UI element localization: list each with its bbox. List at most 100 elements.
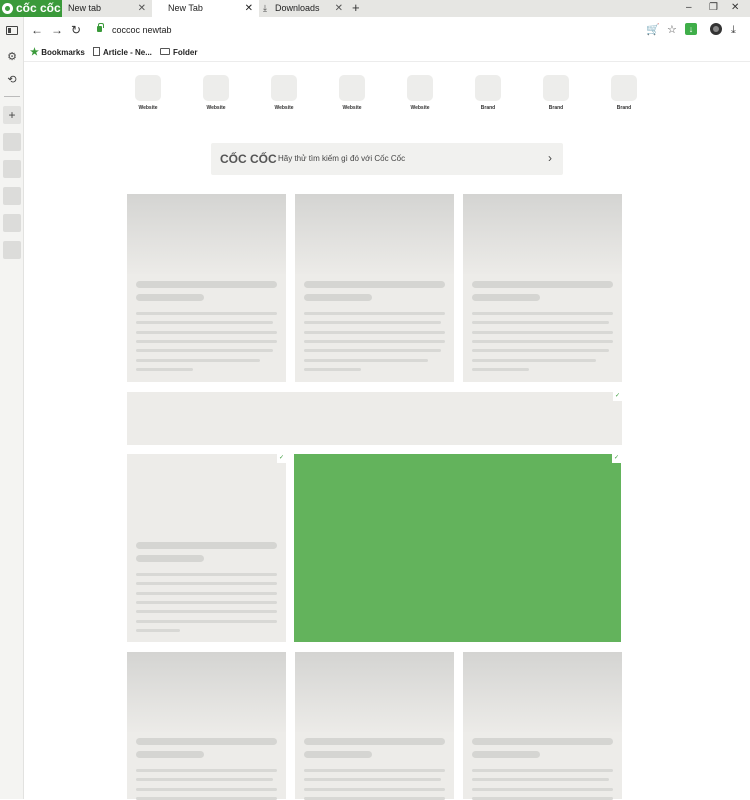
- lock-icon: [97, 23, 104, 32]
- tab-new-tab-1[interactable]: New tab ✕: [62, 0, 152, 17]
- shortcut-thumbnail: [543, 75, 569, 101]
- profile-avatar[interactable]: [710, 23, 722, 35]
- ad-choices-icon[interactable]: ✓: [612, 454, 621, 463]
- shortcut-thumbnail: [611, 75, 637, 101]
- shortcut-tile[interactable]: Brand: [599, 75, 649, 112]
- card-image-placeholder: [295, 652, 454, 732]
- card-text-line: [136, 340, 277, 343]
- news-card[interactable]: [295, 194, 454, 382]
- restore-icon[interactable]: ❐: [709, 0, 718, 16]
- toolbar: ← → ↻ coccoc newtab 🛒 ☆ ↓ ⤓: [24, 17, 750, 43]
- sidebar-app-placeholder[interactable]: [3, 241, 21, 259]
- card-text-line: [472, 312, 613, 315]
- sidebar-app-placeholder[interactable]: [3, 187, 21, 205]
- card-text-line: [304, 331, 445, 334]
- card-image-placeholder: [463, 652, 622, 732]
- search-bar[interactable]: CỐC CỐC Hãy thử tìm kiếm gì đó với Cốc C…: [211, 143, 563, 175]
- search-hint: Hãy thử tìm kiếm gì đó với Cốc Cốc: [278, 154, 406, 163]
- card-title-line: [136, 555, 204, 562]
- history-icon[interactable]: ⟲: [5, 73, 19, 87]
- news-card[interactable]: [463, 194, 622, 382]
- sidebar: ⚙ ⟲ +: [0, 17, 24, 799]
- news-card[interactable]: [295, 652, 454, 800]
- ad-choices-icon[interactable]: ✓: [613, 392, 622, 401]
- tab-new-tab-2[interactable]: New Tab ✕: [152, 0, 259, 17]
- address-bar[interactable]: coccoc newtab: [112, 23, 172, 37]
- side-panel-icon[interactable]: [6, 26, 18, 35]
- tab-label: New tab: [68, 3, 102, 13]
- card-text-line: [472, 321, 609, 324]
- bookmark-article[interactable]: Article - Ne...: [93, 46, 152, 59]
- coccoc-brand-logo[interactable]: cốc cốc: [0, 0, 62, 17]
- brand-name: cốc cốc: [16, 1, 61, 15]
- card-title-line: [136, 738, 277, 745]
- card-title-line: [472, 281, 613, 288]
- shortcut-label: Brand: [548, 105, 564, 111]
- shortcut-thumbnail: [407, 75, 433, 101]
- close-icon[interactable]: ✕: [335, 0, 343, 17]
- card-text-line: [136, 573, 277, 576]
- shortcut-tile[interactable]: Website: [191, 75, 241, 112]
- banner-ad-placeholder[interactable]: ✓: [127, 392, 622, 445]
- card-text-line: [136, 769, 277, 772]
- add-sidebar-app-icon[interactable]: +: [3, 106, 21, 124]
- card-text-line: [136, 312, 277, 315]
- download-manager-icon[interactable]: ↓: [685, 23, 697, 35]
- back-arrow-icon[interactable]: ←: [31, 22, 43, 38]
- shortcut-tile[interactable]: Website: [123, 75, 173, 112]
- card-image-placeholder: [463, 194, 622, 274]
- card-text-line: [304, 312, 445, 315]
- tab-downloads[interactable]: ⤓ Downloads ✕: [259, 0, 349, 17]
- shortcut-tile[interactable]: Website: [327, 75, 377, 112]
- shortcut-label: Website: [274, 105, 294, 111]
- new-tab-plus-icon[interactable]: +: [352, 0, 360, 16]
- sidebar-app-placeholder[interactable]: [3, 214, 21, 232]
- card-title-line: [304, 281, 445, 288]
- shortcut-thumbnail: [135, 75, 161, 101]
- shortcut-tile[interactable]: Brand: [463, 75, 513, 112]
- news-card[interactable]: [463, 652, 622, 800]
- cart-icon[interactable]: 🛒: [646, 23, 660, 37]
- close-icon[interactable]: ✕: [138, 0, 146, 17]
- bookmarks-bar: ★ Bookmarks Article - Ne... Folder: [24, 43, 750, 62]
- reload-icon[interactable]: ↻: [71, 22, 81, 38]
- card-text-line: [472, 359, 596, 362]
- chevron-right-icon[interactable]: ›: [548, 151, 552, 165]
- card-text-line: [136, 620, 277, 623]
- bookmark-folder[interactable]: Folder: [160, 46, 197, 59]
- close-icon[interactable]: ✕: [245, 0, 253, 17]
- shortcut-thumbnail: [475, 75, 501, 101]
- shortcut-tile[interactable]: Website: [395, 75, 445, 112]
- card-text-line: [136, 788, 277, 791]
- ad-choices-icon[interactable]: ✓: [277, 454, 286, 463]
- card-text-line: [472, 368, 529, 371]
- card-title-line: [136, 281, 277, 288]
- card-text-line: [136, 778, 273, 781]
- card-text-line: [304, 349, 441, 352]
- shortcut-tile[interactable]: Website: [259, 75, 309, 112]
- bookmark-star-icon: ★: [30, 47, 39, 58]
- settings-icon[interactable]: ⚙: [5, 50, 19, 64]
- card-text-line: [136, 368, 193, 371]
- download-icon[interactable]: ⤓: [731, 23, 736, 37]
- card-title-line: [472, 751, 540, 758]
- promo-ad-block[interactable]: ✓: [294, 454, 621, 642]
- card-text-line: [472, 788, 613, 791]
- card-text-line: [304, 788, 445, 791]
- sidebar-app-placeholder[interactable]: [3, 133, 21, 151]
- bookmark-bookmarks[interactable]: ★ Bookmarks: [30, 46, 85, 59]
- minimize-icon[interactable]: –: [686, 0, 692, 16]
- news-card[interactable]: [127, 194, 286, 382]
- folder-icon: [160, 48, 170, 55]
- card-text-line: [304, 769, 445, 772]
- news-card[interactable]: [127, 652, 286, 800]
- card-title-line: [136, 751, 204, 758]
- window-close-icon[interactable]: ✕: [731, 0, 739, 16]
- card-title-line: [136, 542, 277, 549]
- news-card[interactable]: ✓: [127, 454, 286, 642]
- card-image-placeholder: [295, 194, 454, 274]
- sidebar-app-placeholder[interactable]: [3, 160, 21, 178]
- star-icon[interactable]: ☆: [667, 23, 677, 37]
- forward-arrow-icon[interactable]: →: [51, 22, 63, 38]
- shortcut-tile[interactable]: Brand: [531, 75, 581, 112]
